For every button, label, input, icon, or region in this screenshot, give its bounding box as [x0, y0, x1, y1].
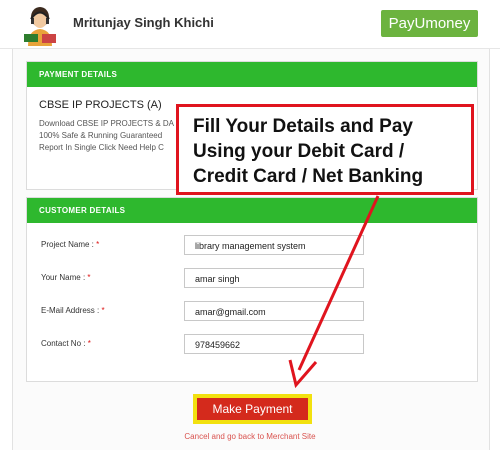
cancel-link[interactable]: Cancel and go back to Merchant Site	[0, 432, 500, 441]
make-payment-highlight: Make Payment	[193, 394, 312, 424]
callout-arrow	[288, 195, 380, 389]
make-payment-button[interactable]: Make Payment	[197, 398, 308, 420]
